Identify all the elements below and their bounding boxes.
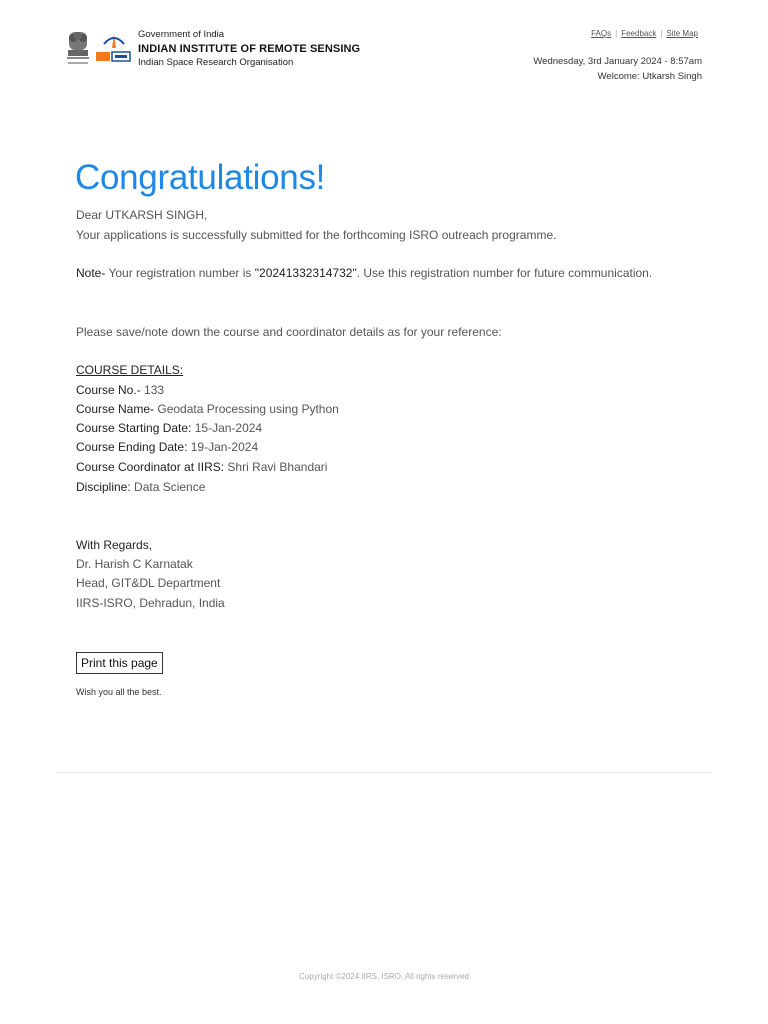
signatory-name: Dr. Harish C Karnatak [76, 557, 193, 571]
course-discipline-label: Discipline: [76, 480, 131, 494]
signatory-title: Head, GIT&DL Department [76, 576, 221, 590]
isro-logo-icon [96, 34, 131, 62]
organisation-name: Government of India INDIAN INSTITUTE OF … [138, 28, 360, 70]
course-coordinator-value: Shri Ravi Bhandari [224, 460, 328, 474]
note-post: . Use this registration number for futur… [356, 266, 653, 280]
site-map-link[interactable]: Site Map [666, 29, 698, 38]
header-info: Wednesday, 3rd January 2024 - 8:57am Wel… [533, 54, 702, 84]
welcome-user: Welcome: Utkarsh Singh [597, 71, 702, 82]
wish-message: Wish you all the best. [76, 687, 162, 697]
course-start-date: Course Starting Date: 15-Jan-2024 [76, 421, 262, 435]
course-start-date-label: Course Starting Date: [76, 421, 192, 435]
regards: With Regards, [76, 538, 153, 552]
course-discipline: Discipline: Data Science [76, 480, 205, 494]
course-start-date-value: 15-Jan-2024 [191, 421, 263, 435]
top-links: FAQs | Feedback | Site Map [591, 29, 698, 38]
org-line-iirs: INDIAN INSTITUTE OF REMOTE SENSING [138, 43, 361, 55]
course-number: Course No.- 133 [76, 383, 164, 397]
course-coordinator: Course Coordinator at IIRS: Shri Ravi Bh… [76, 460, 327, 474]
course-name-value: Geodata Processing using Python [154, 402, 339, 416]
footer-divider [56, 772, 712, 773]
course-details-heading: COURSE DETAILS: [76, 363, 184, 377]
page-title: Congratulations! [75, 158, 326, 197]
registration-number: "20241332314732" [254, 266, 357, 280]
feedback-link[interactable]: Feedback [621, 29, 656, 38]
org-line-government: Government of India [138, 29, 225, 40]
course-end-date-value: 19-Jan-2024 [187, 440, 259, 454]
site-header: Government of India INDIAN INSTITUTE OF … [64, 26, 704, 86]
link-separator: | [615, 29, 618, 38]
national-emblem-icon [67, 32, 89, 64]
print-button[interactable]: Print this page [76, 652, 163, 674]
course-end-date-label: Course Ending Date: [76, 440, 188, 454]
course-number-value: 133 [140, 383, 165, 397]
course-discipline-value: Data Science [130, 480, 206, 494]
signatory-org: IIRS-ISRO, Dehradun, India [76, 596, 225, 610]
submission-message: Your applications is successfully submit… [76, 228, 557, 242]
note-label: Note- [76, 266, 106, 280]
course-end-date: Course Ending Date: 19-Jan-2024 [76, 440, 258, 454]
course-name: Course Name- Geodata Processing using Py… [76, 402, 339, 416]
greeting: Dear UTKARSH SINGH, [76, 208, 208, 222]
link-separator: | [660, 29, 663, 38]
faqs-link[interactable]: FAQs [591, 29, 611, 38]
note-pre: Your registration number is [105, 266, 255, 280]
registration-note: Note- Your registration number is "20241… [76, 266, 652, 280]
current-datetime: Wednesday, 3rd January 2024 - 8:57am [533, 56, 702, 67]
course-name-label: Course Name- [76, 402, 155, 416]
org-line-isro: Indian Space Research Organisation [138, 57, 294, 68]
course-coordinator-label: Course Coordinator at IIRS: [76, 460, 225, 474]
course-number-label: Course No.- [76, 383, 141, 397]
save-note: Please save/note down the course and coo… [76, 325, 502, 339]
copyright: Copyright ©2024 IIRS, ISRO. All rights r… [299, 972, 469, 981]
